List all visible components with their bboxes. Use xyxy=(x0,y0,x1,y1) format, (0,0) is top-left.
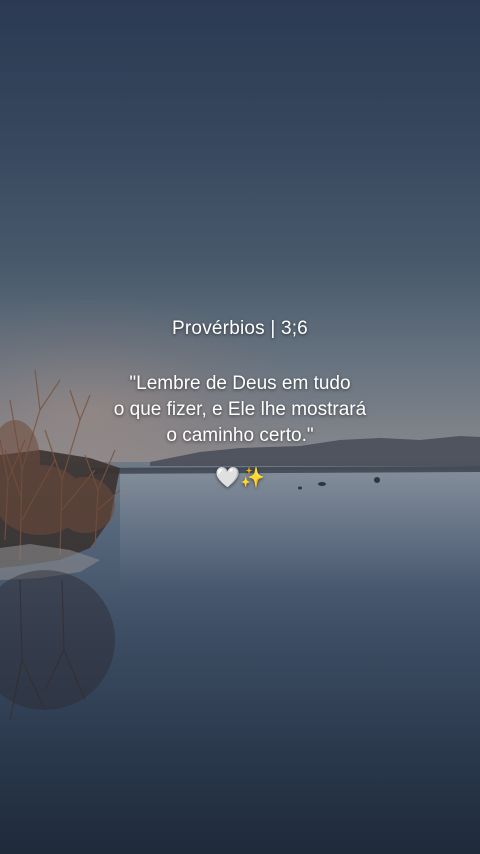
quote-line: "Lembre de Deus em tudo xyxy=(129,373,351,394)
quote-line: o que fizer, e Ele lhe mostrará xyxy=(113,399,367,420)
verse-quote: "Lembre de Deus em tudo o que fizer, e E… xyxy=(0,371,480,449)
white-heart-icon: 🤍 xyxy=(215,465,240,489)
quote-line: o caminho certo." xyxy=(166,425,314,446)
reflection-shadow xyxy=(0,570,115,710)
emoji-row: 🤍✨ xyxy=(0,465,480,489)
video-frame: Provérbios | 3;6 "Lembre de Deus em tudo… xyxy=(0,0,480,854)
sparkles-icon: ✨ xyxy=(240,465,265,489)
verse-reference: Provérbios | 3;6 xyxy=(172,318,308,339)
